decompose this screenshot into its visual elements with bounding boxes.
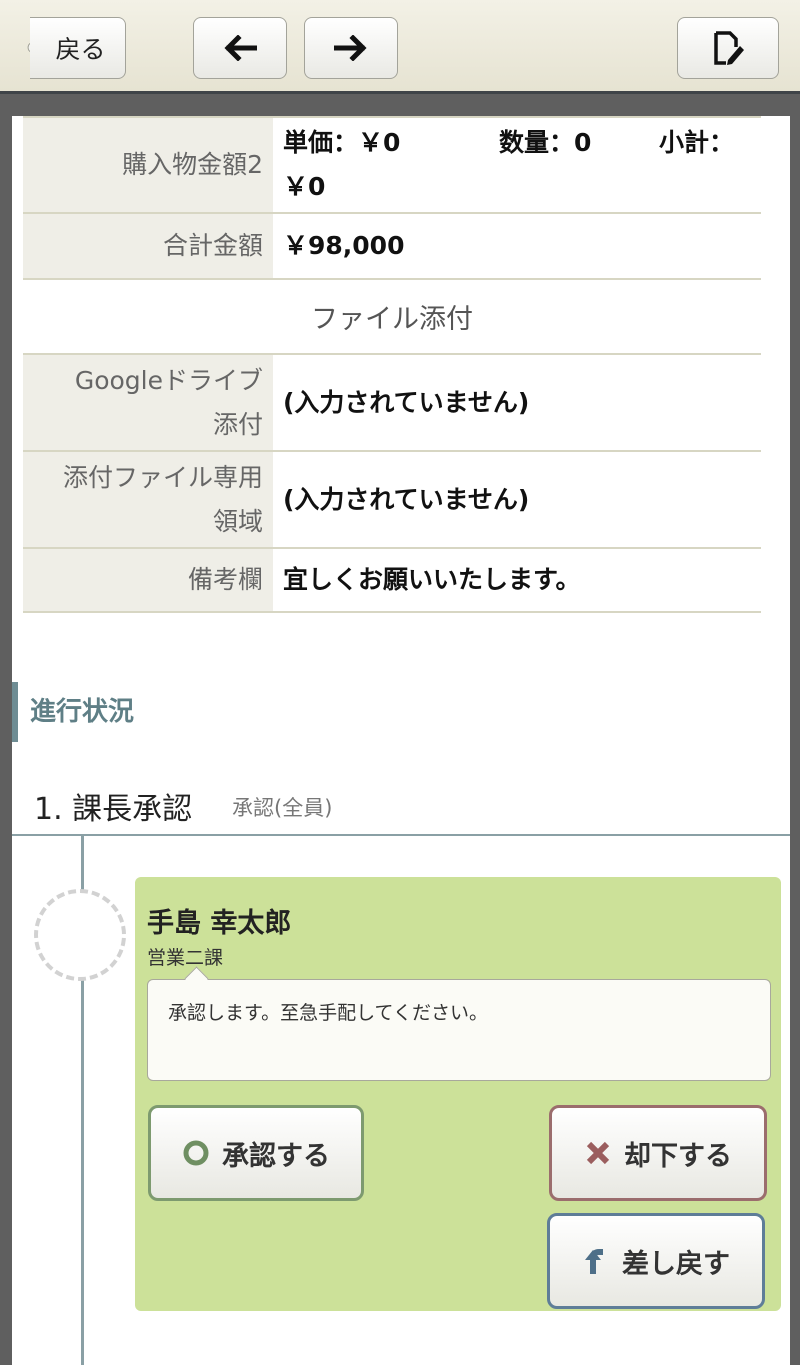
- approve-button-label: 承認する: [222, 1140, 330, 1172]
- label-google-drive: Googleドライブ 添付: [23, 354, 273, 452]
- label-google-drive-line1: Googleドライブ: [74, 365, 263, 395]
- progress-heading: 進行状況: [12, 682, 312, 742]
- label-attachment-area-line2: 領域: [212, 506, 263, 536]
- approver-name: 手島 幸太郎: [147, 908, 292, 939]
- remand-button-label: 差し戻す: [622, 1248, 730, 1280]
- value-google-drive: (入力されていません): [273, 354, 761, 452]
- content-panel: 購入物金額2 単価：￥0 数量：0 小計： ￥0 合計金額 ￥98,000 ファ…: [12, 116, 790, 1365]
- attachments-section-title: ファイル添付: [23, 279, 761, 355]
- label-attachment-area: 添付ファイル専用 領域: [23, 451, 273, 549]
- approver-comment: 承認します。至急手配してください。: [147, 979, 771, 1081]
- edit-button[interactable]: [677, 17, 779, 79]
- step-header: 1. 課長承認 承認(全員): [12, 784, 790, 836]
- detail-table: 購入物金額2 単価：￥0 数量：0 小計： ￥0 合計金額 ￥98,000 ファ…: [23, 116, 761, 613]
- value-purchase-amount-2: 単価：￥0 数量：0 小計： ￥0: [273, 116, 761, 214]
- subtotal-value: ￥0: [283, 172, 326, 201]
- approver-department: 営業二課: [147, 947, 224, 969]
- label-purchase-amount-2: 購入物金額2: [23, 116, 273, 214]
- step-title: 1. 課長承認: [34, 792, 193, 827]
- label-google-drive-line2: 添付: [212, 409, 263, 439]
- edit-document-icon: [714, 31, 744, 65]
- subtotal-label: 小計：: [659, 128, 735, 157]
- value-attachment-area: (入力されていません): [273, 451, 761, 549]
- cross-icon: [584, 1139, 612, 1167]
- row-remarks: 備考欄 宜しくお願いいたします。: [23, 548, 761, 613]
- previous-button[interactable]: [193, 17, 287, 79]
- reject-button[interactable]: 却下する: [549, 1105, 767, 1201]
- value-total-amount: ￥98,000: [273, 213, 761, 280]
- back-button[interactable]: 戻る: [30, 17, 126, 79]
- top-toolbar: 戻る: [0, 0, 800, 94]
- circle-icon: [182, 1139, 210, 1167]
- row-total-amount: 合計金額 ￥98,000: [23, 213, 761, 280]
- approver-card: 手島 幸太郎 営業二課 承認します。至急手配してください。 承認する 却下する …: [135, 877, 781, 1311]
- return-arrow-icon: [582, 1247, 610, 1275]
- label-remarks: 備考欄: [23, 548, 273, 613]
- unit-price: 単価：￥0: [283, 128, 401, 157]
- back-button-label: 戻る: [55, 35, 106, 64]
- row-attachment-area: 添付ファイル専用 領域 (入力されていません): [23, 451, 761, 549]
- right-arrow-icon: [334, 35, 367, 61]
- row-purchase-amount-2: 購入物金額2 単価：￥0 数量：0 小計： ￥0: [23, 116, 761, 214]
- row-google-drive: Googleドライブ 添付 (入力されていません): [23, 354, 761, 452]
- reject-button-label: 却下する: [624, 1140, 732, 1172]
- timeline-status-circle: [34, 889, 126, 981]
- row-attachments-section: ファイル添付: [23, 279, 761, 355]
- value-remarks: 宜しくお願いいたします。: [273, 548, 761, 613]
- label-total-amount: 合計金額: [23, 213, 273, 280]
- left-arrow-icon: [224, 35, 257, 61]
- approve-button[interactable]: 承認する: [148, 1105, 364, 1201]
- next-button[interactable]: [304, 17, 398, 79]
- remand-button[interactable]: 差し戻す: [547, 1213, 765, 1309]
- step-subtitle: 承認(全員): [232, 796, 333, 820]
- quantity: 数量：0: [499, 128, 592, 157]
- label-attachment-area-line1: 添付ファイル専用: [62, 462, 263, 492]
